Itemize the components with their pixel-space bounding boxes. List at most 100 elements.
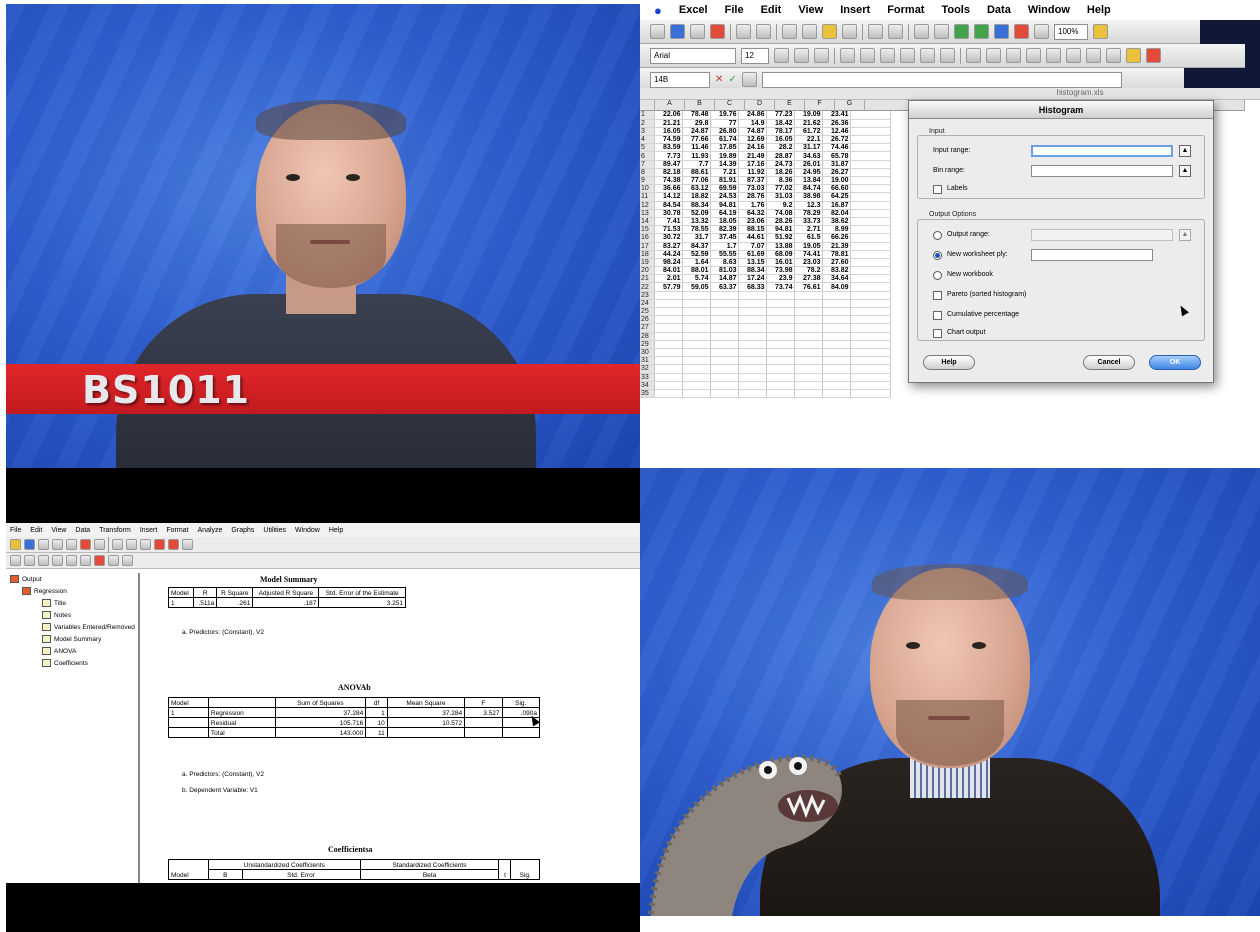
cell[interactable] bbox=[738, 332, 767, 341]
font-name-select[interactable]: Arial bbox=[650, 47, 736, 64]
cell[interactable] bbox=[766, 332, 795, 341]
cell[interactable]: 28.76 bbox=[738, 192, 767, 202]
cell[interactable]: 24.73 bbox=[766, 160, 795, 169]
cell[interactable]: 26.80 bbox=[710, 127, 739, 137]
decrease-decimal-icon[interactable] bbox=[1046, 48, 1061, 63]
cell[interactable] bbox=[794, 307, 823, 317]
print-icon[interactable] bbox=[38, 539, 49, 550]
cell[interactable]: 26.27 bbox=[822, 168, 851, 178]
italic-icon[interactable] bbox=[794, 48, 809, 63]
cell[interactable]: 78.29 bbox=[794, 209, 823, 218]
cell[interactable]: 28.87 bbox=[766, 151, 795, 161]
row-header[interactable]: 31 bbox=[640, 356, 655, 366]
row-header[interactable]: 16 bbox=[640, 233, 655, 243]
paste-icon[interactable] bbox=[822, 24, 837, 39]
col-header-b[interactable]: B bbox=[685, 100, 715, 111]
cell[interactable] bbox=[738, 356, 767, 366]
cell[interactable] bbox=[850, 348, 891, 358]
spss-menu-insert[interactable]: Insert bbox=[140, 527, 158, 534]
row-header[interactable]: 33 bbox=[640, 373, 655, 382]
cell[interactable] bbox=[822, 332, 851, 341]
row-header[interactable]: 14 bbox=[640, 217, 655, 227]
cell[interactable] bbox=[822, 340, 851, 349]
worksheet-row[interactable]: 16 30.72 31.7 37.45 44.61 51.92 61.5 66.26 bbox=[640, 233, 891, 243]
cell[interactable]: 88.34 bbox=[682, 201, 711, 210]
cell[interactable]: 29.8 bbox=[682, 119, 711, 128]
cell[interactable]: 78.55 bbox=[682, 225, 711, 235]
new-worksheet-ply-field[interactable] bbox=[1031, 249, 1153, 261]
worksheet-row[interactable]: 5 83.59 11.46 17.85 24.16 28.2 31.17 74.46 bbox=[640, 143, 891, 153]
borders-icon[interactable] bbox=[1106, 48, 1121, 63]
cell[interactable]: 78.2 bbox=[794, 266, 823, 276]
cell[interactable]: 73.98 bbox=[766, 266, 795, 276]
cell[interactable] bbox=[654, 389, 683, 399]
cell[interactable] bbox=[850, 225, 891, 235]
worksheet-row[interactable]: 27 bbox=[640, 323, 891, 333]
cell[interactable]: 23.41 bbox=[822, 111, 851, 120]
cell[interactable] bbox=[850, 323, 891, 333]
cell[interactable] bbox=[766, 291, 795, 300]
worksheet-row[interactable]: 3 16.05 24.87 26.80 74.87 78.17 61.72 12.46 bbox=[640, 127, 891, 137]
cell[interactable] bbox=[850, 340, 891, 349]
designate-window-icon[interactable] bbox=[168, 539, 179, 550]
sort-ascending-icon[interactable] bbox=[954, 24, 969, 39]
cell[interactable]: 19.00 bbox=[822, 176, 851, 186]
cell[interactable]: 34.63 bbox=[794, 151, 823, 161]
cell[interactable]: 5.74 bbox=[682, 274, 711, 284]
cell[interactable]: 71.53 bbox=[654, 225, 683, 235]
row-header[interactable]: 13 bbox=[640, 209, 655, 218]
font-color-icon[interactable] bbox=[1146, 48, 1161, 63]
cell[interactable]: 66.60 bbox=[822, 184, 851, 194]
row-header[interactable]: 4 bbox=[640, 135, 655, 145]
bold-icon[interactable] bbox=[774, 48, 789, 63]
cell[interactable]: 30.72 bbox=[654, 233, 683, 243]
cell[interactable]: 78.81 bbox=[822, 250, 851, 259]
worksheet-row[interactable]: 32 bbox=[640, 364, 891, 374]
cell[interactable] bbox=[654, 291, 683, 300]
save-icon[interactable] bbox=[690, 24, 705, 39]
cell[interactable]: 21.39 bbox=[822, 242, 851, 251]
cell[interactable] bbox=[794, 356, 823, 366]
row-header[interactable]: 20 bbox=[640, 266, 655, 276]
cell[interactable] bbox=[794, 389, 823, 399]
row-header[interactable]: 9 bbox=[640, 176, 655, 186]
cell[interactable]: 84.54 bbox=[654, 201, 683, 210]
cell[interactable] bbox=[710, 307, 739, 317]
worksheet-row[interactable]: 2 21.21 29.8 77 14.9 18.42 21.62 26.36 bbox=[640, 119, 891, 128]
cell[interactable]: 7.07 bbox=[738, 242, 767, 251]
outdent-icon[interactable] bbox=[1086, 48, 1101, 63]
cell[interactable]: 23.03 bbox=[794, 258, 823, 268]
cell[interactable] bbox=[850, 274, 891, 284]
cell[interactable] bbox=[738, 340, 767, 349]
cell[interactable]: 11.46 bbox=[682, 143, 711, 153]
cell[interactable]: 26.36 bbox=[822, 119, 851, 128]
spss-menu-format[interactable]: Format bbox=[166, 527, 188, 534]
cell[interactable]: 13.88 bbox=[766, 242, 795, 251]
cell[interactable]: 7.41 bbox=[654, 217, 683, 227]
cell[interactable]: 12.46 bbox=[822, 127, 851, 137]
col-header-e[interactable]: E bbox=[775, 100, 805, 111]
cell[interactable]: 44.24 bbox=[654, 250, 683, 259]
cell[interactable] bbox=[850, 209, 891, 218]
cell[interactable]: 18.05 bbox=[710, 217, 739, 227]
spss-menu-window[interactable]: Window bbox=[295, 527, 320, 534]
cell[interactable] bbox=[850, 373, 891, 382]
row-header[interactable]: 1 bbox=[640, 111, 655, 120]
cell[interactable]: 82.18 bbox=[654, 168, 683, 178]
cell[interactable] bbox=[766, 381, 795, 390]
cell[interactable] bbox=[794, 315, 823, 325]
cell[interactable]: 28.2 bbox=[766, 143, 795, 153]
col-header-c[interactable]: C bbox=[715, 100, 745, 111]
outline-node-anova[interactable]: ANOVA bbox=[42, 647, 76, 655]
cell[interactable]: 64.19 bbox=[710, 209, 739, 218]
cell[interactable] bbox=[710, 291, 739, 300]
cell[interactable]: 31.03 bbox=[766, 192, 795, 202]
menu-view[interactable]: View bbox=[798, 4, 823, 16]
cell[interactable] bbox=[654, 323, 683, 333]
cell[interactable] bbox=[682, 364, 711, 374]
goto-data-icon[interactable] bbox=[112, 539, 123, 550]
cell[interactable]: 78.17 bbox=[766, 127, 795, 137]
cell[interactable] bbox=[794, 291, 823, 300]
cell[interactable] bbox=[654, 299, 683, 309]
cell[interactable] bbox=[710, 340, 739, 349]
